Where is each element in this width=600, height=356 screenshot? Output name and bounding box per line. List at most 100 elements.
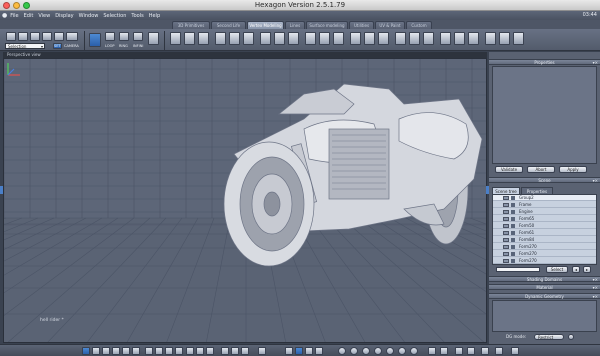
selection-dropdown[interactable]: Selection ▾ bbox=[5, 43, 45, 49]
lock-icon[interactable] bbox=[511, 245, 515, 249]
grid-toggle-icon[interactable] bbox=[112, 347, 120, 355]
left-panel-handle[interactable] bbox=[0, 186, 3, 194]
scene-panel-header[interactable]: Scene ▾× bbox=[489, 177, 600, 183]
material-header[interactable]: Material ▾× bbox=[489, 284, 600, 290]
lock-icon[interactable] bbox=[511, 203, 515, 207]
panel-menu-icon[interactable]: ▾× bbox=[593, 60, 598, 65]
shading-domains-header[interactable]: Shading Domains ▾× bbox=[489, 276, 600, 282]
snap-icon[interactable] bbox=[122, 347, 130, 355]
rotate-view-icon[interactable] bbox=[295, 347, 303, 355]
abort-button[interactable]: Abort bbox=[527, 166, 555, 173]
menu-edit[interactable]: Edit bbox=[24, 13, 34, 19]
smooth-tool-icon[interactable] bbox=[305, 32, 316, 45]
menu-tools[interactable]: Tools bbox=[131, 13, 143, 19]
list-item[interactable]: Form65 bbox=[493, 216, 596, 222]
flat-shade-icon[interactable] bbox=[165, 347, 173, 355]
lock-icon[interactable] bbox=[511, 231, 515, 235]
list-item[interactable]: Group2 bbox=[493, 195, 596, 201]
tab-lines[interactable]: Lines bbox=[285, 21, 305, 29]
tab-scene-tree[interactable]: Scene tree bbox=[492, 187, 520, 194]
lock-icon[interactable] bbox=[511, 196, 515, 200]
arrow-left-icon[interactable]: ◂ bbox=[572, 266, 580, 273]
dynamic-geometry-header[interactable]: Dynamic Geometry ▾× bbox=[489, 293, 600, 299]
shadow-mode-icon[interactable] bbox=[467, 347, 475, 355]
tab-uv-paint[interactable]: UV & Paint bbox=[375, 21, 405, 29]
validate-button[interactable]: Validate bbox=[495, 166, 523, 173]
list-item[interactable]: Engine bbox=[493, 209, 596, 215]
menu-window[interactable]: Window bbox=[79, 13, 99, 19]
list-item[interactable]: Form61 bbox=[493, 230, 596, 236]
panel-menu-icon[interactable]: ▾× bbox=[593, 178, 598, 183]
menu-help[interactable]: Help bbox=[149, 13, 160, 19]
view-single-icon[interactable] bbox=[82, 347, 90, 355]
dg-mode-select[interactable]: Restrict bbox=[534, 334, 564, 340]
inset-tool-icon[interactable] bbox=[215, 32, 226, 45]
lock-icon[interactable] bbox=[511, 252, 515, 256]
list-item[interactable]: Form270 bbox=[493, 244, 596, 250]
properties-panel-header[interactable]: Properties ▾× bbox=[489, 59, 600, 65]
sphere-shade-3-icon[interactable] bbox=[362, 347, 370, 355]
fit-view-icon[interactable] bbox=[132, 347, 140, 355]
list-item[interactable]: Form270 bbox=[493, 258, 596, 264]
apply-button[interactable]: Apply bbox=[559, 166, 587, 173]
tube-tool-icon[interactable] bbox=[485, 32, 496, 45]
sphere-shade-4-icon[interactable] bbox=[374, 347, 382, 355]
cube-select-icon[interactable] bbox=[148, 32, 159, 45]
tab-custom[interactable]: Custom bbox=[406, 21, 432, 29]
panel-menu-icon[interactable]: ▾× bbox=[593, 294, 598, 299]
texture-icon[interactable] bbox=[175, 347, 183, 355]
xray-icon[interactable] bbox=[206, 347, 214, 355]
weld-tool-icon[interactable] bbox=[260, 32, 271, 45]
flatten-tool-icon[interactable] bbox=[513, 32, 524, 45]
camera-settings-icon[interactable] bbox=[511, 347, 519, 355]
apple-menu-icon[interactable]: ● bbox=[2, 12, 7, 19]
sphere-shade-2-icon[interactable] bbox=[350, 347, 358, 355]
scene-tree-list[interactable]: Group2 Frame Engine Form65 Form50 Form61… bbox=[492, 194, 597, 265]
screenshot-icon[interactable] bbox=[231, 347, 239, 355]
face-split-tool-icon[interactable] bbox=[319, 32, 330, 45]
lock-icon[interactable] bbox=[511, 259, 515, 263]
tab-scene-properties[interactable]: Properties bbox=[521, 187, 553, 194]
visibility-icon[interactable] bbox=[503, 196, 509, 200]
edge-split-tool-icon[interactable] bbox=[333, 32, 344, 45]
inflate-tool-icon[interactable] bbox=[423, 32, 434, 45]
visibility-icon[interactable] bbox=[503, 210, 509, 214]
lock-icon[interactable] bbox=[511, 224, 515, 228]
symmetry-tool-icon[interactable] bbox=[454, 32, 465, 45]
list-item[interactable]: Form270 bbox=[493, 251, 596, 257]
menu-view[interactable]: View bbox=[38, 13, 50, 19]
chamfer-tool-icon[interactable] bbox=[198, 32, 209, 45]
wireframe-icon[interactable] bbox=[145, 347, 153, 355]
select-button[interactable]: Select bbox=[546, 266, 568, 273]
menu-selection[interactable]: Selection bbox=[103, 13, 126, 19]
smooth-shade-icon[interactable] bbox=[155, 347, 163, 355]
visibility-icon[interactable] bbox=[503, 252, 509, 256]
uv-mode-icon[interactable] bbox=[440, 347, 448, 355]
fill-hole-tool-icon[interactable] bbox=[288, 32, 299, 45]
visibility-icon[interactable] bbox=[503, 224, 509, 228]
pan-icon[interactable] bbox=[285, 347, 293, 355]
lock-icon[interactable] bbox=[511, 238, 515, 242]
bevel-tool-icon[interactable] bbox=[184, 32, 195, 45]
extrude-tool-icon[interactable] bbox=[170, 32, 181, 45]
tab-vertex-modeling[interactable]: Vertex Modeling bbox=[247, 21, 284, 29]
magic-select-icon[interactable] bbox=[42, 32, 52, 41]
view-quad-icon[interactable] bbox=[102, 347, 110, 355]
visibility-icon[interactable] bbox=[503, 203, 509, 207]
tab-second-life[interactable]: Second Life bbox=[211, 21, 246, 29]
bend-tool-icon[interactable] bbox=[409, 32, 420, 45]
pinch-tool-icon[interactable] bbox=[378, 32, 389, 45]
lock-icon[interactable] bbox=[511, 210, 515, 214]
tab-surface-modeling[interactable]: Surface modeling bbox=[306, 21, 348, 29]
tab-3d-primitives[interactable]: 3D Primitives bbox=[172, 21, 210, 29]
dolly-icon[interactable] bbox=[315, 347, 323, 355]
visibility-icon[interactable] bbox=[503, 245, 509, 249]
infini-select-icon[interactable] bbox=[133, 32, 143, 41]
visibility-icon[interactable] bbox=[503, 238, 509, 242]
zoom-icon[interactable] bbox=[305, 347, 313, 355]
perspective-viewport[interactable]: hell rider * bbox=[3, 58, 487, 343]
view-split-icon[interactable] bbox=[92, 347, 100, 355]
twist-tool-icon[interactable] bbox=[395, 32, 406, 45]
camera-view-icon[interactable] bbox=[241, 347, 249, 355]
collapse-tool-icon[interactable] bbox=[440, 32, 451, 45]
